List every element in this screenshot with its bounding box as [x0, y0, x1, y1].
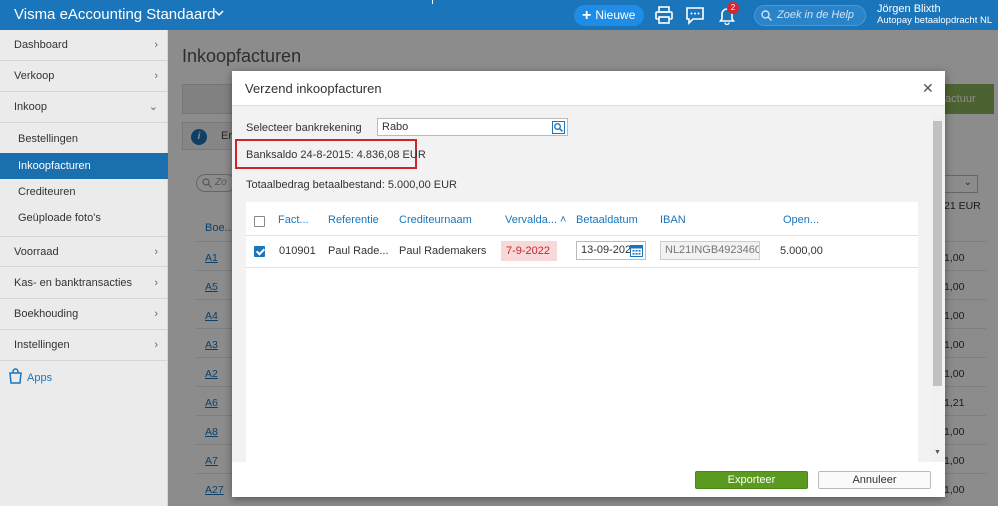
lookup-icon[interactable] [552, 121, 565, 134]
column-header-reference[interactable]: Referentie [328, 214, 379, 226]
chevron-right-icon: › [154, 339, 158, 351]
due-date-cell: 7-9-2022 [501, 241, 557, 261]
sidebar-item-label: Kas- en banktransacties [14, 277, 133, 289]
help-search-placeholder: Zoek in de Help [777, 9, 855, 21]
row-checkbox[interactable] [254, 246, 265, 257]
app-title[interactable]: Visma eAccounting Standaard [14, 6, 216, 23]
grid-header-divider [246, 235, 918, 236]
total-amount: Totaalbedrag betaalbestand: 5.000,00 EUR [246, 179, 457, 191]
user-menu[interactable]: Jörgen Blixth Autopay betaalopdracht NL [877, 3, 992, 27]
sidebar-item-label: Boekhouding [14, 308, 79, 320]
chevron-down-icon: ⌄ [148, 101, 158, 113]
iban-field: NL21INGB492346045 [660, 241, 760, 260]
bank-account-select[interactable]: Rabo [377, 118, 568, 136]
row-divider [246, 267, 918, 268]
sidebar-item-kas-bank[interactable]: Kas- en banktransacties › [0, 268, 168, 299]
chevron-right-icon: › [154, 70, 158, 82]
shopping-bag-icon [9, 368, 22, 384]
calendar-icon[interactable] [630, 244, 643, 257]
notification-badge: 2 [727, 2, 739, 14]
apps-label: Apps [27, 372, 53, 384]
dialog-title: Verzend inkoopfacturen [245, 81, 382, 96]
cancel-button[interactable]: Annuleer [818, 471, 931, 489]
sidebar-subitem-crediteuren[interactable]: Crediteuren [0, 179, 168, 205]
sidebar: Dashboard › Verkoop › Inkoop ⌄ Bestellingen… [0, 30, 168, 506]
column-header-due-date[interactable]: Vervalda... ˄ [505, 214, 566, 226]
sidebar-subitem-bestellingen[interactable]: Bestellingen [0, 126, 168, 152]
new-button[interactable]: + Nieuwe [574, 5, 644, 26]
chevron-right-icon: › [154, 277, 158, 289]
column-header-due-label: Vervalda... [505, 214, 557, 226]
column-header-iban[interactable]: IBAN [660, 214, 686, 226]
invoice-number: 010901 [279, 245, 316, 257]
sidebar-item-label: Inkoop [14, 101, 48, 113]
sidebar-subitem-uploaded-photos[interactable]: Geüploade foto's [0, 205, 168, 231]
help-search-input[interactable]: Zoek in de Help [754, 5, 866, 26]
reference-cell: Paul Rade... [328, 245, 389, 257]
chevron-right-icon: › [154, 39, 158, 51]
sidebar-item-dashboard[interactable]: Dashboard › [0, 30, 168, 61]
top-bar: Visma eAccounting Standaard + Nieuwe 2 Zo… [0, 0, 998, 30]
chat-icon[interactable] [685, 5, 705, 25]
bank-account-label: Selecteer bankrekening [246, 122, 362, 134]
column-header-open-amount[interactable]: Open... [783, 214, 819, 226]
search-icon [761, 10, 772, 21]
company-name: Autopay betaalopdracht NL [877, 15, 993, 26]
scrollbar-thumb[interactable] [933, 121, 942, 386]
plus-icon: + [582, 7, 592, 24]
sidebar-item-label: Instellingen [14, 339, 70, 351]
scroll-down-arrow-icon[interactable]: ▼ [934, 449, 941, 456]
creditor-cell: Paul Rademakers [399, 245, 487, 257]
sort-ascending-icon: ˄ [560, 214, 567, 226]
invoice-grid: Fact... Referentie Crediteurnaam Vervald… [246, 202, 918, 464]
column-header-pay-date[interactable]: Betaaldatum [576, 214, 638, 226]
pay-date-value: 13-09-2022 [581, 244, 638, 256]
sidebar-item-boekhouding[interactable]: Boekhouding › [0, 299, 168, 330]
sidebar-item-voorraad[interactable]: Voorraad › [0, 236, 168, 267]
sidebar-item-instellingen[interactable]: Instellingen › [0, 330, 168, 361]
chevron-right-icon: › [154, 246, 158, 258]
close-icon[interactable]: ✕ [922, 80, 934, 97]
user-name: Jörgen Blixth [877, 3, 941, 15]
sidebar-item-verkoop[interactable]: Verkoop › [0, 61, 168, 92]
open-amount-cell: 5.000,00 [780, 245, 823, 257]
divider [432, 0, 433, 4]
new-button-label: Nieuwe [595, 8, 636, 22]
select-all-checkbox[interactable] [254, 216, 265, 227]
printer-icon[interactable] [654, 5, 674, 25]
export-button[interactable]: Exporteer [695, 471, 808, 489]
column-header-invoice[interactable]: Fact... [278, 214, 309, 226]
sidebar-subitem-inkoopfacturen[interactable]: Inkoopfacturen [0, 153, 168, 179]
bank-account-value: Rabo [382, 121, 409, 133]
sidebar-item-label: Voorraad [14, 246, 59, 258]
sidebar-item-label: Verkoop [14, 70, 55, 82]
chevron-right-icon: › [154, 308, 158, 320]
send-invoices-dialog: Verzend inkoopfacturen ✕ Selecteer bankr… [232, 71, 945, 497]
sidebar-item-apps[interactable]: Apps [8, 368, 52, 390]
chevron-down-icon[interactable] [214, 8, 224, 20]
pay-date-input[interactable]: 13-09-2022 [576, 241, 646, 260]
bank-balance: Banksaldo 24-8-2015: 4.836,08 EUR [246, 149, 426, 161]
sidebar-item-inkoop[interactable]: Inkoop ⌄ [0, 92, 168, 123]
column-header-creditor[interactable]: Crediteurnaam [399, 214, 472, 226]
sidebar-item-label: Dashboard [14, 39, 68, 51]
